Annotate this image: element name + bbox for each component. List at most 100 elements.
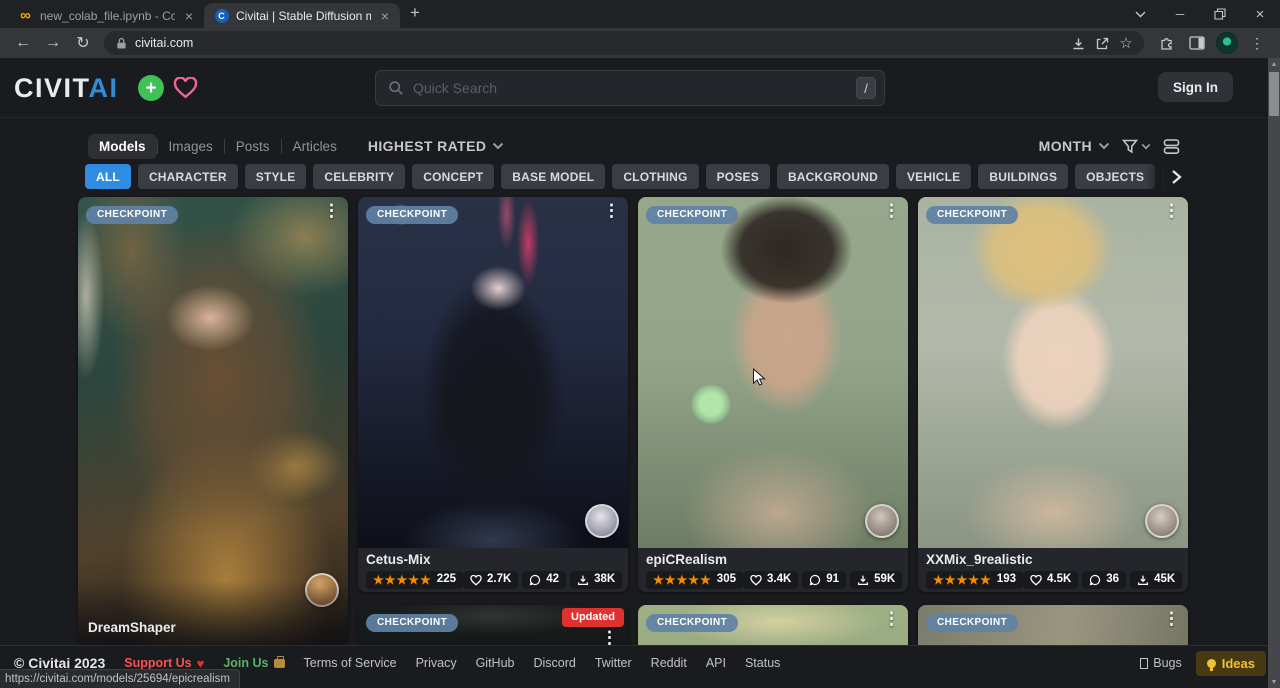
model-card-partial[interactable]: CHECKPOINT Updated ⋮ xyxy=(358,605,628,645)
chip-clothing[interactable]: CLOTHING xyxy=(612,164,698,189)
add-model-button[interactable]: + xyxy=(138,75,164,101)
window-close-icon[interactable]: × xyxy=(1240,0,1280,28)
chip-buildings[interactable]: BUILDINGS xyxy=(978,164,1068,189)
api-link[interactable]: API xyxy=(706,656,726,670)
chip-character[interactable]: CHARACTER xyxy=(138,164,238,189)
forward-icon[interactable]: → xyxy=(40,30,66,56)
download-page-icon[interactable] xyxy=(1066,32,1090,54)
model-preview-image xyxy=(78,197,348,645)
tab-colab[interactable]: ∞ new_colab_file.ipynb - Colaborat × xyxy=(8,3,204,28)
chip-poses[interactable]: POSES xyxy=(706,164,770,189)
card-menu-icon[interactable]: ⋮ xyxy=(603,202,620,221)
privacy-link[interactable]: Privacy xyxy=(416,656,457,670)
chip-celebrity[interactable]: CELEBRITY xyxy=(313,164,405,189)
browser-menu-icon[interactable]: ⋮ xyxy=(1244,30,1270,56)
checkpoint-badge: CHECKPOINT xyxy=(646,206,738,224)
scroll-down-icon[interactable]: ▼ xyxy=(1268,676,1280,688)
restore-icon[interactable] xyxy=(1200,0,1240,28)
model-card-partial[interactable]: CHECKPOINT ⋮ xyxy=(638,605,908,645)
card-menu-icon[interactable]: ⋮ xyxy=(1163,610,1180,629)
card-menu-icon[interactable]: ⋮ xyxy=(883,202,900,221)
chip-style[interactable]: STYLE xyxy=(245,164,307,189)
page-scrollbar[interactable]: ▲ ▼ xyxy=(1268,58,1280,688)
github-link[interactable]: GitHub xyxy=(476,656,515,670)
reddit-link[interactable]: Reddit xyxy=(651,656,687,670)
card-menu-icon[interactable]: ⋮ xyxy=(1163,202,1180,221)
model-card-xxmix[interactable]: CHECKPOINT ⋮ XXMix_9realistic ★★★★★ 193 xyxy=(918,197,1188,592)
share-icon[interactable] xyxy=(1090,32,1114,54)
card-menu-icon[interactable]: ⋮ xyxy=(883,610,900,629)
comment-icon xyxy=(809,574,821,586)
civitai-logo[interactable]: CIVITAI xyxy=(14,73,119,103)
filter-dropdown[interactable] xyxy=(1122,139,1151,154)
search-input[interactable] xyxy=(413,80,856,96)
chips-scroll-right-icon[interactable] xyxy=(1146,164,1182,189)
chip-objects[interactable]: OBJECTS xyxy=(1075,164,1155,189)
scrollbar-thumb[interactable] xyxy=(1269,72,1279,116)
address-url[interactable]: civitai.com xyxy=(135,36,1066,50)
status-link[interactable]: Status xyxy=(745,656,780,670)
updated-badge: Updated xyxy=(562,608,624,627)
join-us-link[interactable]: Join Us xyxy=(223,656,284,670)
card-menu-icon[interactable]: ⋮ xyxy=(601,629,618,645)
scroll-up-icon[interactable]: ▲ xyxy=(1268,58,1280,70)
creator-avatar[interactable] xyxy=(865,504,899,538)
creator-avatar[interactable] xyxy=(585,504,619,538)
model-card-epicrealism[interactable]: CHECKPOINT ⋮ epiCRealism ★★★★★ 305 xyxy=(638,197,908,592)
favorites-heart-icon[interactable] xyxy=(172,75,198,101)
minimize-icon[interactable]: ─ xyxy=(1160,0,1200,28)
sign-in-button[interactable]: Sign In xyxy=(1158,72,1233,102)
layout-toggle-icon[interactable] xyxy=(1163,138,1180,155)
creator-avatar[interactable] xyxy=(1145,504,1179,538)
tab-close-icon[interactable]: × xyxy=(378,8,392,24)
extensions-icon[interactable] xyxy=(1154,30,1180,56)
tab-civitai[interactable]: C Civitai | Stable Diffusion models, × xyxy=(204,3,400,28)
downloads-pill[interactable]: 59K xyxy=(850,571,902,589)
card-menu-icon[interactable]: ⋮ xyxy=(323,202,340,221)
tab-close-icon[interactable]: × xyxy=(182,8,196,24)
likes-pill[interactable]: 2.7K xyxy=(463,571,518,589)
browser-profile-avatar[interactable] xyxy=(1214,30,1240,56)
chip-all[interactable]: ALL xyxy=(85,164,131,189)
likes-pill[interactable]: 4.5K xyxy=(1023,571,1078,589)
sort-dropdown[interactable]: HIGHEST RATED xyxy=(368,138,505,154)
twitter-link[interactable]: Twitter xyxy=(595,656,632,670)
likes-pill[interactable]: 3.4K xyxy=(743,571,798,589)
model-card-dreamshaper[interactable]: CHECKPOINT ⋮ DreamShaper xyxy=(78,197,348,645)
model-card-cetus-mix[interactable]: CHECKPOINT ⋮ Cetus-Mix ★★★★★ 225 xyxy=(358,197,628,592)
tab-articles[interactable]: Articles xyxy=(282,134,348,159)
comments-pill[interactable]: 36 xyxy=(1082,571,1126,589)
checkpoint-badge: CHECKPOINT xyxy=(926,614,1018,632)
rating-pill: ★★★★★ 225 xyxy=(366,571,463,589)
chip-concept[interactable]: CONCEPT xyxy=(412,164,494,189)
model-preview-image xyxy=(918,197,1188,548)
address-bar[interactable]: civitai.com ☆ xyxy=(104,31,1144,55)
chevron-down-icon xyxy=(1098,142,1110,150)
period-dropdown[interactable]: MONTH xyxy=(1039,138,1110,154)
quick-search-bar[interactable]: / xyxy=(375,70,885,106)
tab-models[interactable]: Models xyxy=(88,134,157,159)
chip-vehicle[interactable]: VEHICLE xyxy=(896,164,971,189)
bookmark-star-icon[interactable]: ☆ xyxy=(1114,32,1138,54)
sidebar-icon[interactable] xyxy=(1184,30,1210,56)
ideas-button[interactable]: Ideas xyxy=(1196,651,1266,676)
reload-icon[interactable]: ↻ xyxy=(70,30,96,56)
tab-search-chevron-icon[interactable] xyxy=(1120,0,1160,28)
colab-icon: ∞ xyxy=(18,8,33,23)
discord-link[interactable]: Discord xyxy=(533,656,575,670)
checkpoint-badge: CHECKPOINT xyxy=(366,206,458,224)
downloads-pill[interactable]: 45K xyxy=(1130,571,1182,589)
bugs-link[interactable]: Bugs xyxy=(1140,656,1182,670)
model-card-partial[interactable]: CHECKPOINT ⋮ xyxy=(918,605,1188,645)
chip-background[interactable]: BACKGROUND xyxy=(777,164,889,189)
new-tab-button[interactable]: + xyxy=(410,3,420,23)
tab-images[interactable]: Images xyxy=(158,134,224,159)
downloads-pill[interactable]: 38K xyxy=(570,571,622,589)
comments-pill[interactable]: 42 xyxy=(522,571,566,589)
chip-base-model[interactable]: BASE MODEL xyxy=(501,164,605,189)
comments-pill[interactable]: 91 xyxy=(802,571,846,589)
tab-posts[interactable]: Posts xyxy=(225,134,281,159)
terms-link[interactable]: Terms of Service xyxy=(304,656,397,670)
checkpoint-badge: CHECKPOINT xyxy=(366,614,458,632)
back-icon[interactable]: ← xyxy=(10,30,36,56)
